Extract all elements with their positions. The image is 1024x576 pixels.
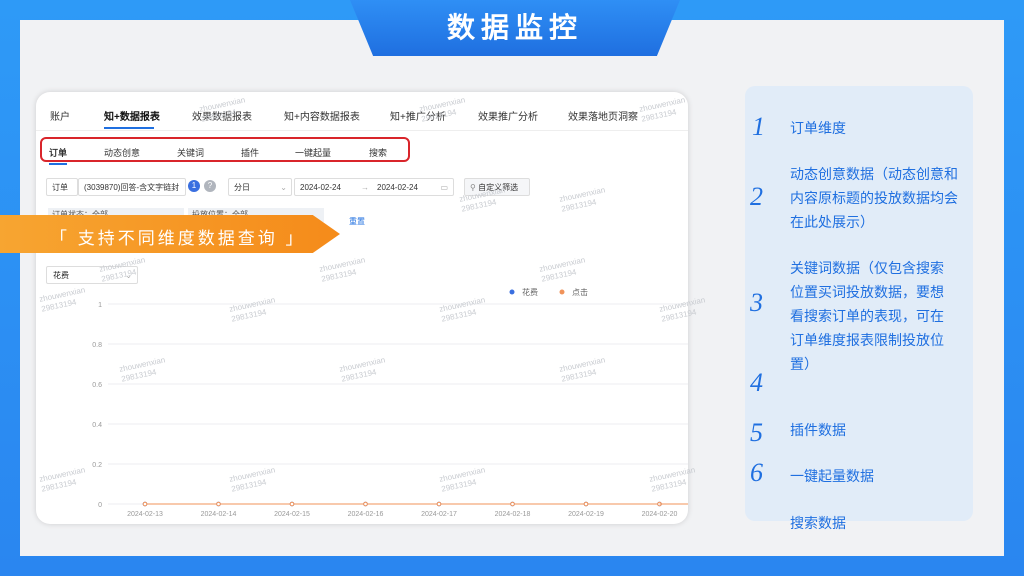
y-tick-label: 0 <box>98 502 102 509</box>
x-tick-label: 2024-02-18 <box>495 511 531 518</box>
legend-label: 点击 <box>572 287 588 297</box>
y-tick-label: 0.4 <box>92 422 102 429</box>
side-text-6: 一键起量数据 <box>790 468 874 484</box>
page-title: 数据监控 <box>446 12 583 43</box>
side-num-4: 4 <box>750 368 763 397</box>
x-tick-label: 2024-02-14 <box>201 511 237 518</box>
side-text-2: 动态创意数据（动态创意和内容原标题的投放数据均会在此处展示） <box>790 166 958 230</box>
side-text-7: 搜索数据 <box>790 515 846 531</box>
side-num-6: 6 <box>750 458 763 487</box>
side-num-2: 2 <box>750 182 763 211</box>
y-tick-label: 0.6 <box>92 382 102 389</box>
data-point <box>510 501 515 507</box>
side-num-1: 1 <box>752 112 765 141</box>
legend-marker <box>559 289 565 295</box>
y-tick-label: 0.2 <box>92 462 102 469</box>
data-point <box>363 501 368 507</box>
x-tick-label: 2024-02-19 <box>568 511 604 518</box>
callout-text: 「 支持不同维度数据查询 」 <box>50 229 306 248</box>
data-point <box>583 501 589 507</box>
x-tick-label: 2024-02-15 <box>274 511 310 518</box>
data-point <box>216 501 221 507</box>
x-tick-label: 2024-02-13 <box>127 511 163 518</box>
x-tick-label: 2024-02-20 <box>642 511 678 518</box>
legend-marker <box>509 289 515 295</box>
data-point <box>142 501 148 507</box>
y-tick-label: 0.8 <box>92 342 102 349</box>
side-text-3: 关键词数据（仅包含搜索位置买词投放数据，要想看搜索订单的表现，可在订单维度报表限… <box>790 260 944 372</box>
legend-label: 花费 <box>522 287 538 297</box>
data-point <box>436 501 442 507</box>
side-num-3: 3 <box>750 288 763 317</box>
x-tick-label: 2024-02-16 <box>348 511 384 518</box>
side-text-5: 插件数据 <box>790 422 846 438</box>
x-tick-label: 2024-02-17 <box>421 511 457 518</box>
y-tick-label: 1 <box>98 302 102 309</box>
data-point <box>289 501 295 507</box>
side-text-1: 订单维度 <box>790 120 846 136</box>
subnav-highlight-box <box>40 137 410 162</box>
side-num-5: 5 <box>750 418 763 447</box>
